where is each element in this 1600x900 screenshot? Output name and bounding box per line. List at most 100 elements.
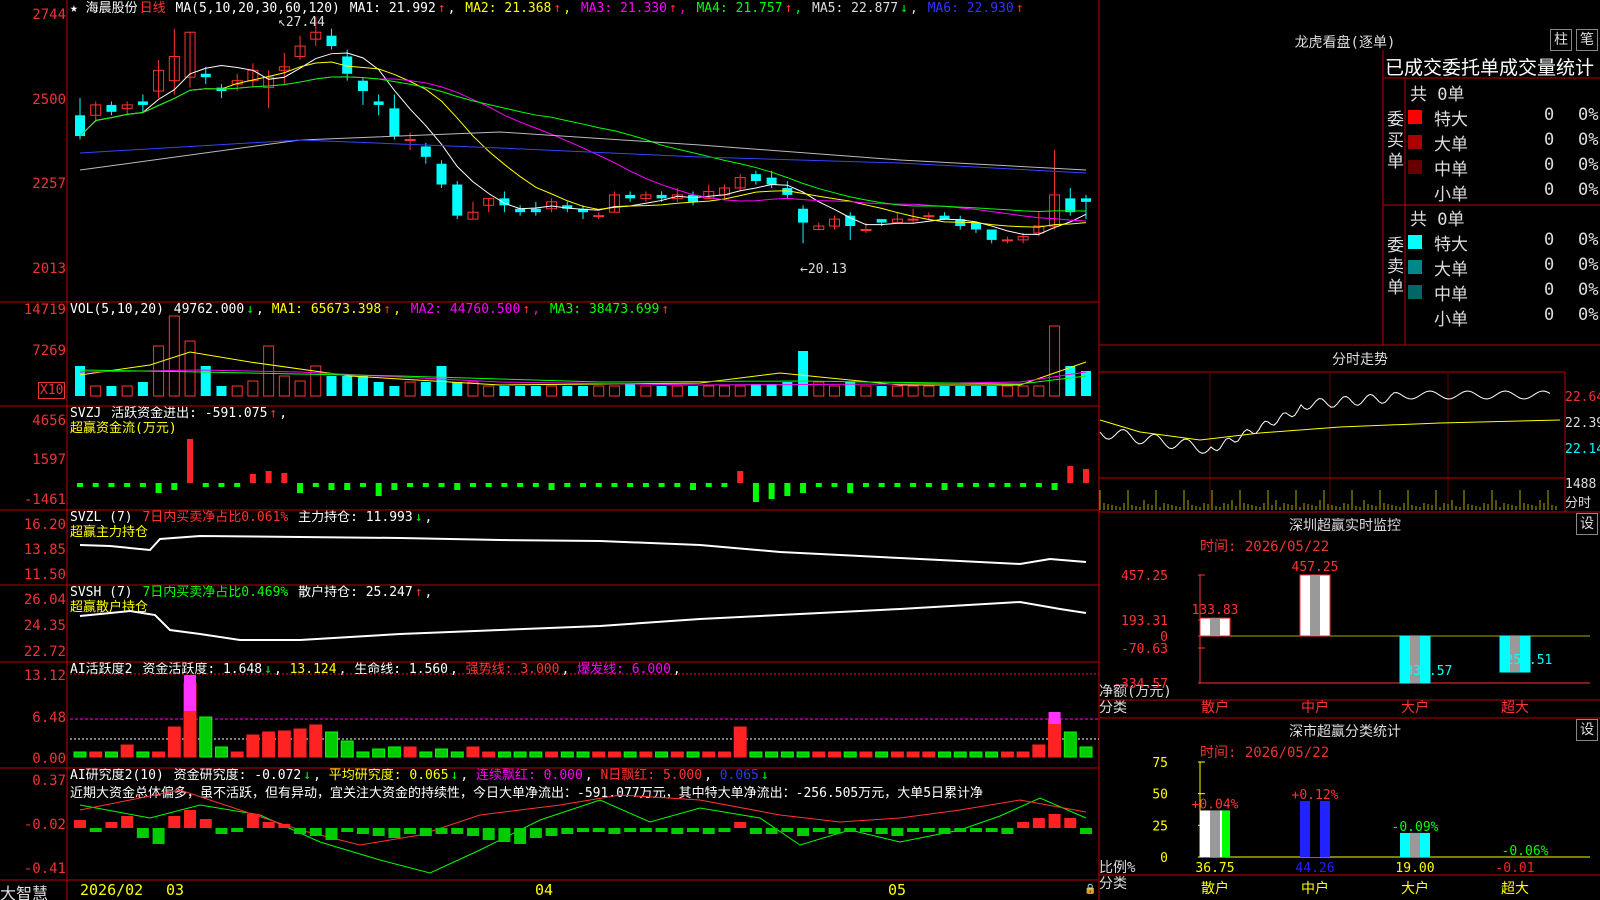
flow-bar (564, 483, 571, 487)
activity-bar (89, 751, 103, 758)
activity-bar (985, 751, 999, 758)
flow-bar (831, 483, 838, 487)
volume-bar (278, 375, 290, 397)
flow-bar (768, 483, 775, 499)
research-bar (121, 816, 134, 828)
category-label: 散户 (1201, 880, 1229, 897)
volume-bar (247, 380, 259, 397)
candle-down (452, 184, 463, 216)
y-tick: 193.31 (1121, 614, 1168, 629)
flow-bar (249, 474, 256, 483)
volume-bar (420, 382, 431, 396)
research-bar (907, 828, 920, 832)
flow-bar (627, 483, 634, 487)
activity-bar (843, 751, 857, 758)
ratio-bar-shade (1210, 810, 1220, 857)
activity-bar (702, 751, 716, 758)
flow-bar (894, 483, 901, 487)
ratio-value-label: -0.01 (1495, 861, 1534, 876)
flow-bar (171, 483, 178, 490)
activity-bar (1032, 744, 1046, 758)
flow-bar (454, 483, 461, 490)
activity-peak-bar (184, 675, 197, 711)
activity-bar (262, 731, 276, 758)
research-bar (922, 828, 935, 832)
activity-bar (717, 751, 731, 758)
activity-bar (592, 751, 606, 758)
volume-bar (608, 385, 620, 397)
flow-bar (800, 483, 807, 493)
category-label: 超大 (1501, 700, 1529, 716)
research-bar (168, 816, 181, 828)
activity-bar (639, 751, 653, 758)
flow-bar (957, 483, 964, 487)
volume-bar (923, 385, 935, 397)
volume-bar (766, 384, 777, 396)
research-bar (341, 828, 354, 832)
candle-down (357, 80, 368, 92)
activity-bar (435, 748, 449, 758)
activity-bar (655, 751, 669, 758)
flow-bar (469, 483, 476, 487)
activity-bar (1016, 751, 1030, 758)
flow-bar (925, 483, 932, 487)
volume-bar (184, 340, 196, 397)
research-bar (184, 810, 197, 828)
volume-bar (671, 385, 683, 397)
volume-bar (1001, 385, 1013, 397)
net-value-label: 457.25 (1292, 560, 1339, 575)
research-bar (969, 828, 982, 832)
research-bar (954, 828, 967, 832)
flow-bar (532, 483, 539, 487)
flow-bar (234, 483, 241, 487)
flow-bar (705, 483, 712, 487)
vol-ma3 (79, 369, 1087, 385)
flow-bar (375, 483, 382, 496)
ratio-value-label: 36.75 (1195, 861, 1234, 876)
research-bar (797, 828, 810, 836)
candle-down (656, 194, 667, 199)
activity-bar (482, 751, 496, 758)
volume-bar (294, 380, 306, 397)
candle-down (1081, 198, 1091, 202)
activity-bar (419, 751, 433, 758)
flow-bar (784, 483, 791, 496)
flow-bar (77, 483, 83, 487)
y-tick: 75 (1152, 756, 1168, 771)
flow-bar (737, 471, 744, 483)
volume-bar (625, 384, 636, 396)
research-bar (545, 828, 558, 836)
change-label: -0.06% (1502, 844, 1549, 859)
candle-up (907, 218, 919, 221)
activity-bar (293, 728, 307, 758)
activity-bar (749, 751, 763, 758)
research-bar (812, 828, 825, 832)
activity-bar (403, 746, 417, 758)
research-bar (1001, 828, 1014, 834)
volume-bar (970, 386, 981, 396)
research-bar (985, 828, 998, 832)
flow-bar (187, 439, 194, 483)
candle-down (750, 174, 761, 182)
volume-bar (939, 386, 950, 396)
volume-bar (389, 386, 400, 396)
activity-bar (922, 751, 936, 758)
activity-bar (969, 751, 983, 758)
activity-bar (309, 724, 323, 758)
research-bar (577, 828, 589, 832)
category-label: 大户 (1401, 880, 1429, 897)
candle-down (625, 194, 636, 199)
volume-bar (467, 381, 479, 397)
activity-bar (387, 746, 401, 758)
candle-down (939, 215, 950, 220)
research-bar (199, 819, 212, 828)
candle-down (986, 229, 997, 240)
volume-bar (829, 385, 840, 397)
research-bar (309, 828, 322, 836)
volume-bar (718, 385, 730, 397)
research-bar (781, 828, 794, 832)
flow-bar (438, 483, 445, 487)
volume-bar (1065, 366, 1076, 396)
research-bar (262, 822, 275, 828)
change-label: +0.04% (1192, 797, 1239, 812)
